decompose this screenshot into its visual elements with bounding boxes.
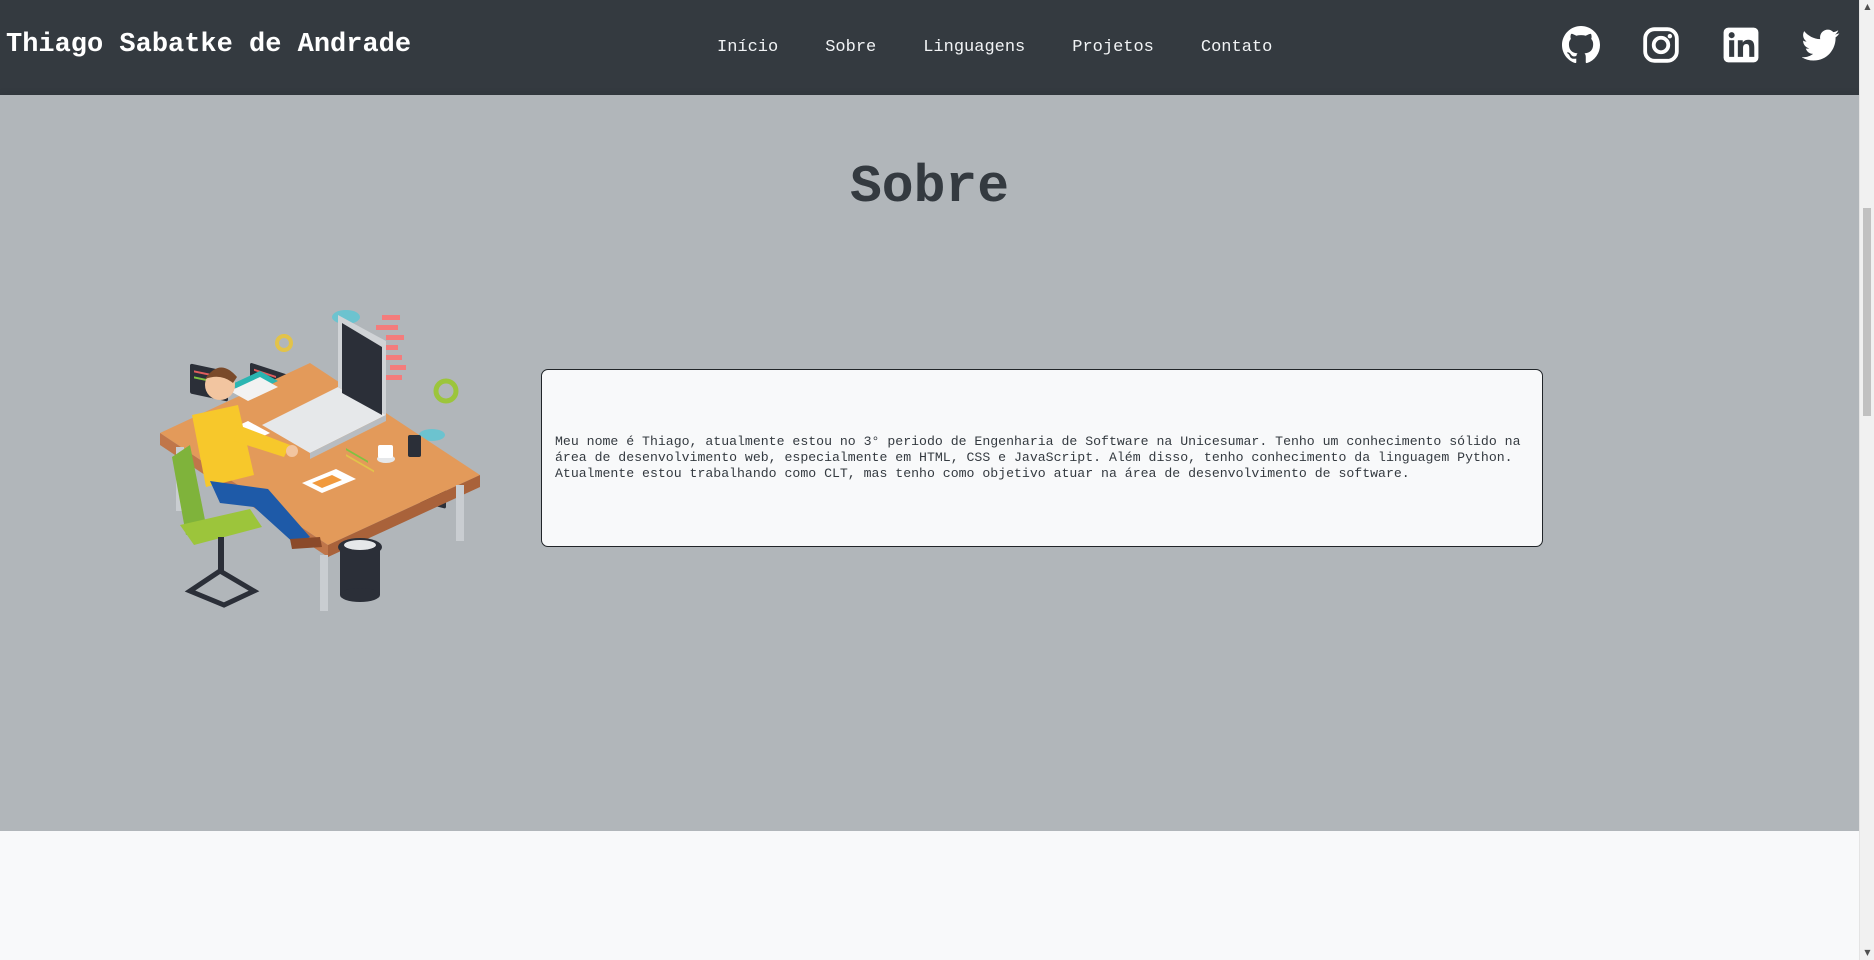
section-title: Sobre xyxy=(849,157,1010,217)
twitter-link[interactable] xyxy=(1802,26,1840,64)
page-scrollbar[interactable]: ▲ ▼ xyxy=(1859,0,1874,960)
developer-desk-illustration xyxy=(160,310,480,611)
nav-link-inicio[interactable]: Início xyxy=(717,38,778,57)
main-nav: Início Sobre Linguagens Projetos Contato xyxy=(717,38,1319,57)
page-viewport: Thiago Sabatke de Andrade Início Sobre L… xyxy=(0,0,1859,960)
next-section xyxy=(0,831,1859,960)
scroll-down-arrow-icon[interactable]: ▼ xyxy=(1860,946,1874,960)
github-icon xyxy=(1562,26,1600,64)
scroll-up-arrow-icon[interactable]: ▲ xyxy=(1860,0,1874,14)
nav-link-contato[interactable]: Contato xyxy=(1201,38,1272,57)
about-text: Meu nome é Thiago, atualmente estou no 3… xyxy=(555,434,1521,481)
brand-name[interactable]: Thiago Sabatke de Andrade xyxy=(6,30,411,60)
instagram-link[interactable] xyxy=(1642,26,1680,64)
about-text-box: Meu nome é Thiago, atualmente estou no 3… xyxy=(541,369,1543,547)
linkedin-icon xyxy=(1723,27,1759,63)
linkedin-link[interactable] xyxy=(1722,26,1760,64)
scrollbar-thumb[interactable] xyxy=(1863,208,1871,416)
twitter-icon xyxy=(1802,29,1840,61)
nav-link-sobre[interactable]: Sobre xyxy=(825,38,876,57)
instagram-icon xyxy=(1643,27,1679,63)
github-link[interactable] xyxy=(1562,26,1600,64)
nav-link-projetos[interactable]: Projetos xyxy=(1072,38,1154,57)
top-navbar: Thiago Sabatke de Andrade Início Sobre L… xyxy=(0,0,1859,95)
nav-link-linguagens[interactable]: Linguagens xyxy=(923,38,1025,57)
about-section: Sobre Meu nome é Thiago, atualmente esto… xyxy=(0,95,1859,831)
social-links xyxy=(1562,26,1840,64)
